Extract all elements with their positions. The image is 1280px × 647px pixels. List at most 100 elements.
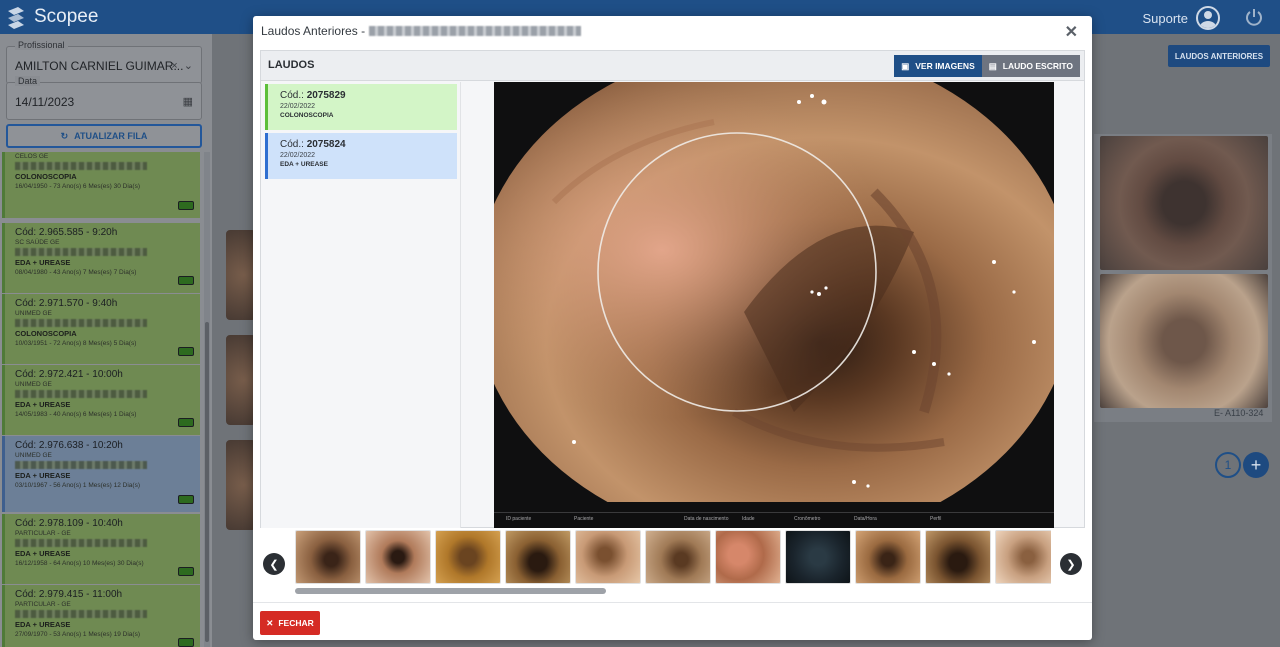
thumbnail[interactable]: [295, 530, 361, 584]
battery-status-icon: [178, 567, 194, 576]
app-root: Scopee Suporte Profissional AMILTON CARN…: [0, 0, 1280, 647]
battery-status-icon: [178, 276, 194, 285]
battery-status-icon: [178, 495, 194, 504]
queue-item[interactable]: Cód: 2.965.585 - 9:20h SC SAÚDE GE EDA +…: [2, 223, 200, 293]
queue-code: Cód: 2.971.570 - 9:40h: [15, 298, 118, 309]
thumbnails-strip: [295, 530, 1051, 584]
thumbnail[interactable]: [575, 530, 641, 584]
queue-insurance: UNIMED GE: [15, 310, 52, 317]
queue-exam: EDA + UREASE: [15, 620, 71, 629]
thumbnail[interactable]: [995, 530, 1051, 584]
brand-name: Scopee: [34, 6, 99, 27]
thumbs-prev-button[interactable]: ❮: [263, 553, 285, 575]
professional-label: Profissional: [15, 40, 68, 50]
viewer-footer: ID paciente Paciente Data de nascimento …: [494, 512, 1054, 528]
laudos-panel-header: LAUDOS ▣ VER IMAGENS ▤ LAUDO ESCRITO: [261, 51, 1084, 81]
queue-age: 14/05/1983 - 40 Ano(s) 6 Mes(es) 1 Dia(s…: [15, 411, 137, 418]
tab-label: LAUDO ESCRITO: [1002, 61, 1073, 71]
queue-item[interactable]: CELOS GE COLONOSCOPIA 16/04/1950 - 73 An…: [2, 152, 200, 218]
queue-item[interactable]: Cód: 2.972.421 - 10:00h UNIMED GE EDA + …: [2, 365, 200, 435]
date-value: 14/11/2023: [15, 95, 75, 109]
queue-item-selected[interactable]: Cód: 2.976.638 - 10:20h UNIMED GE EDA + …: [2, 436, 200, 512]
tab-ver-imagens[interactable]: ▣ VER IMAGENS: [894, 55, 982, 77]
thumbnail[interactable]: [855, 530, 921, 584]
refresh-queue-button[interactable]: ↻ ATUALIZAR FILA: [6, 124, 202, 148]
brand-logo[interactable]: Scopee: [4, 4, 98, 30]
add-button[interactable]: +: [1243, 452, 1269, 478]
report-code-number: 2075829: [306, 90, 346, 101]
endoscopy-image: [494, 82, 1054, 502]
queue-exam: COLONOSCOPIA: [15, 329, 77, 338]
close-icon: ✕: [266, 617, 274, 628]
report-date: 22/02/2022: [280, 152, 316, 159]
patient-name-redacted: [15, 248, 147, 256]
page-number-button[interactable]: 1: [1215, 452, 1241, 478]
tab-laudo-escrito[interactable]: ▤ LAUDO ESCRITO: [981, 55, 1080, 77]
queue-age: 16/12/1958 - 64 Ano(s) 10 Mes(es) 30 Dia…: [15, 560, 144, 567]
report-exam: EDA + UREASE: [280, 161, 328, 168]
close-label: FECHAR: [278, 618, 314, 628]
thumbnail[interactable]: [435, 530, 501, 584]
thumbs-next-button[interactable]: ❯: [1060, 553, 1082, 575]
laudos-anteriores-modal: Laudos Anteriores - ✕ LAUDOS ▣ VER IMAGE…: [253, 16, 1092, 640]
patient-name-redacted: [15, 162, 147, 170]
refresh-label: ATUALIZAR FILA: [74, 131, 148, 141]
scopee-logo-icon: [8, 7, 24, 29]
laudos-panel: LAUDOS ▣ VER IMAGENS ▤ LAUDO ESCRITO Cód…: [260, 50, 1085, 528]
queue-exam: EDA + UREASE: [15, 258, 71, 267]
queue-insurance: CELOS GE: [15, 153, 49, 160]
footer-label: Paciente: [574, 516, 594, 522]
date-field[interactable]: Data 14/11/2023 ▦: [6, 76, 202, 120]
queue-insurance: UNIMED GE: [15, 381, 52, 388]
power-icon[interactable]: [1244, 7, 1264, 27]
queue-code: Cód: 2.979.415 - 11:00h: [15, 589, 123, 600]
laudos-anteriores-button[interactable]: LAUDOS ANTERIORES: [1168, 45, 1270, 67]
battery-status-icon: [178, 201, 194, 210]
user-avatar-icon[interactable]: [1196, 6, 1220, 30]
queue-insurance: SC SAÚDE GE: [15, 239, 60, 246]
refresh-icon: ↻: [60, 130, 69, 141]
reports-list: Cód.: 2075829 22/02/2022 COLONOSCOPIA Có…: [261, 82, 461, 528]
queue-age: 08/04/1980 - 43 Ano(s) 7 Mes(es) 7 Dia(s…: [15, 269, 137, 276]
queue-age: 03/10/1967 - 56 Ano(s) 1 Mes(es) 12 Dia(…: [15, 482, 141, 489]
close-button[interactable]: ✕ FECHAR: [260, 611, 320, 635]
queue-scrollbar[interactable]: [204, 152, 210, 647]
sidebar: Profissional AMILTON CARNIEL GUIMAR... ×…: [0, 34, 212, 647]
queue-item[interactable]: Cód: 2.979.415 - 11:00h PARTICULAR - GE …: [2, 585, 200, 647]
support-menu[interactable]: Suporte: [1142, 6, 1220, 30]
footer-label: Idade: [742, 516, 755, 522]
queue-item[interactable]: Cód: 2.971.570 - 9:40h UNIMED GE COLONOS…: [2, 294, 200, 364]
background-thumb[interactable]: [1100, 274, 1268, 408]
thumbnail[interactable]: [785, 530, 851, 584]
report-code: Cód.: 2075829: [280, 90, 457, 101]
footer-label: Data/Hora: [854, 516, 877, 522]
chevron-down-icon[interactable]: × ⌄: [171, 59, 193, 72]
report-item[interactable]: Cód.: 2075824 22/02/2022 EDA + UREASE: [265, 133, 457, 179]
background-image-code: E- A110-324: [1214, 408, 1264, 418]
thumbnail[interactable]: [925, 530, 991, 584]
thumbnail[interactable]: [365, 530, 431, 584]
thumbnail[interactable]: [645, 530, 711, 584]
patient-name-redacted: [15, 390, 147, 398]
professional-value: AMILTON CARNIEL GUIMAR...: [15, 59, 184, 73]
close-icon[interactable]: ✕: [1065, 22, 1078, 42]
report-date: 22/02/2022: [280, 103, 316, 110]
queue-item[interactable]: Cód: 2.978.109 - 10:40h PARTICULAR - GE …: [2, 514, 200, 584]
queue-exam: EDA + UREASE: [15, 400, 71, 409]
queue-exam: EDA + UREASE: [15, 471, 71, 480]
calendar-icon[interactable]: ▦: [183, 95, 193, 108]
image-viewer[interactable]: ID paciente Paciente Data de nascimento …: [494, 82, 1054, 528]
patient-name-redacted: [15, 610, 147, 618]
queue-code: Cód: 2.972.421 - 10:00h: [15, 369, 123, 380]
thumbnails-scrollbar[interactable]: [295, 588, 1051, 594]
battery-status-icon: [178, 347, 194, 356]
thumbnail[interactable]: [505, 530, 571, 584]
modal-footer-divider: [253, 602, 1092, 603]
patient-name-redacted: [15, 539, 147, 547]
report-code: Cód.: 2075824: [280, 139, 457, 150]
background-thumb[interactable]: [1100, 136, 1268, 270]
queue-code: Cód: 2.976.638 - 10:20h: [15, 440, 123, 451]
thumbnail[interactable]: [715, 530, 781, 584]
report-item[interactable]: Cód.: 2075829 22/02/2022 COLONOSCOPIA: [265, 84, 457, 130]
queue-code: Cód: 2.965.585 - 9:20h: [15, 227, 118, 238]
